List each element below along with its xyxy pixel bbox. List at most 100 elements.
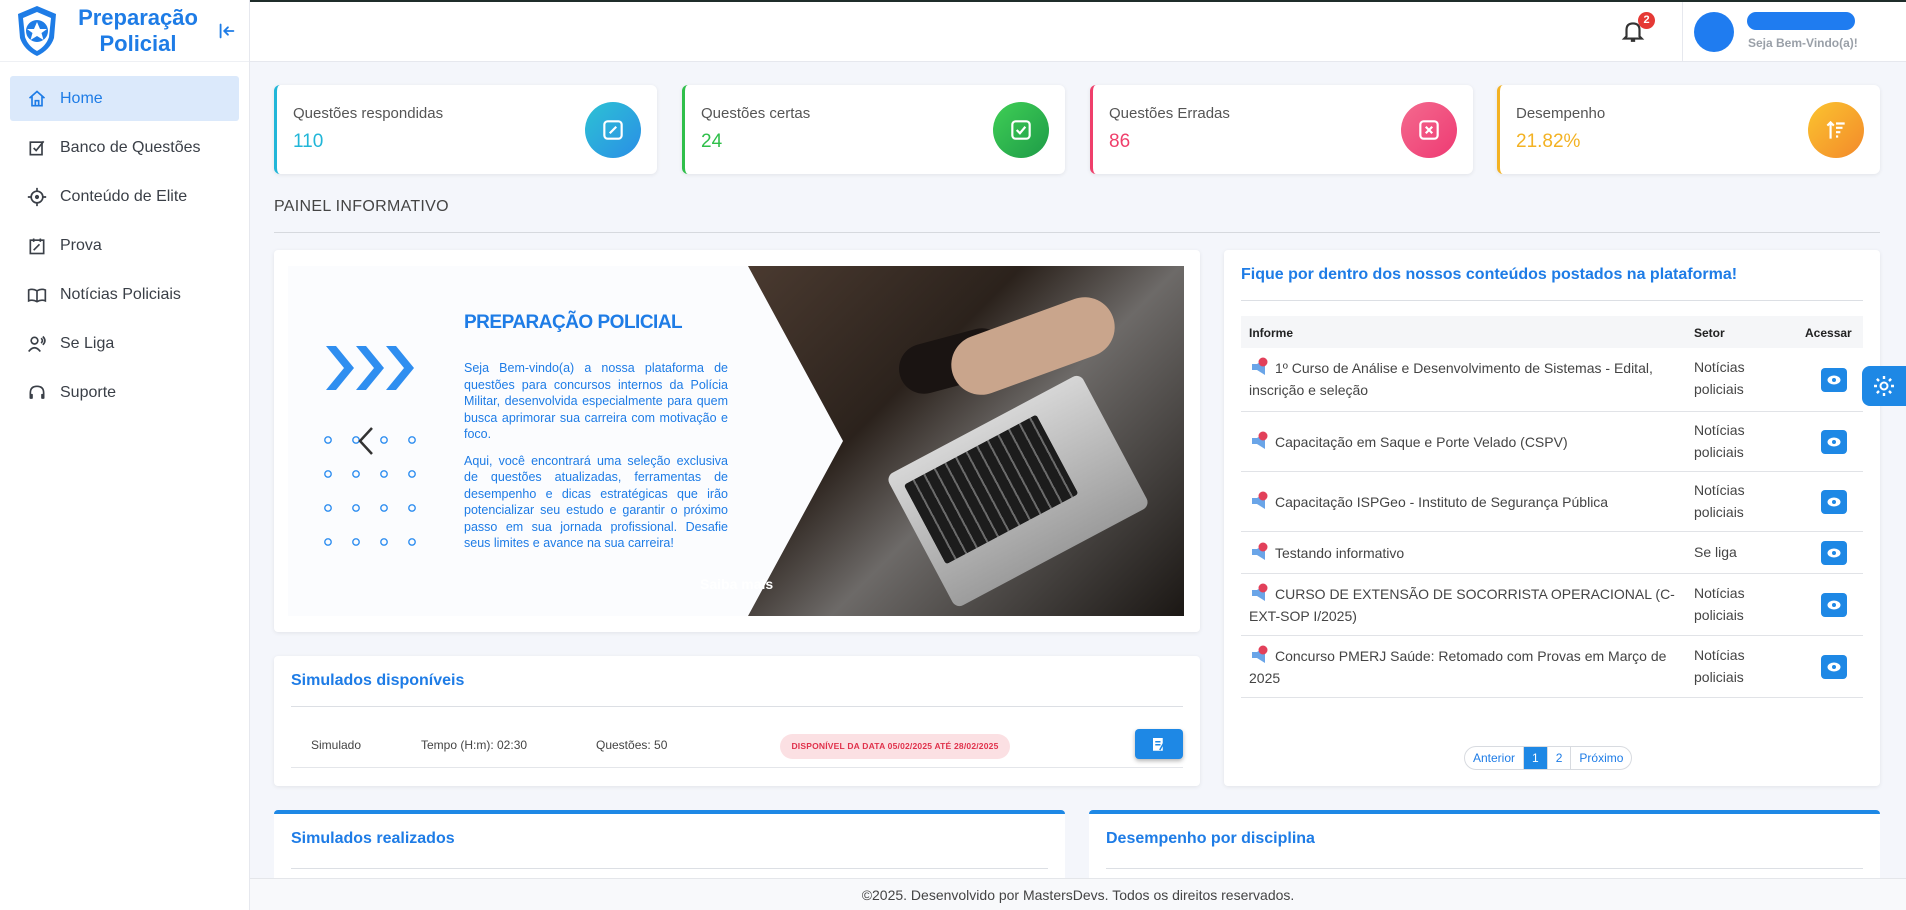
eye-icon bbox=[1827, 497, 1841, 507]
sidebar-item-conteudo-elite[interactable]: Conteúdo de Elite bbox=[10, 174, 239, 219]
police-shield-logo bbox=[18, 5, 56, 56]
book-icon bbox=[26, 284, 48, 306]
checklist-icon bbox=[26, 137, 48, 159]
sidebar: Preparação Policial Home Banco de Questõ… bbox=[0, 0, 250, 910]
simulado-tempo: Tempo (H:m): 02:30 bbox=[421, 738, 528, 752]
col-setor: Setor bbox=[1694, 326, 1725, 340]
start-simulado-button[interactable] bbox=[1135, 729, 1183, 759]
card-title: Desempenho por disciplina bbox=[1106, 830, 1315, 847]
row-informe: Concurso PMERJ Saúde: Retomado com Prova… bbox=[1249, 644, 1689, 689]
view-button[interactable] bbox=[1821, 541, 1847, 565]
sidebar-item-label: Prova bbox=[60, 236, 102, 254]
view-button[interactable] bbox=[1821, 655, 1847, 679]
view-button[interactable] bbox=[1821, 490, 1847, 514]
edit-icon[interactable] bbox=[585, 102, 641, 158]
table-row: CURSO DE EXTENSÃO DE SOCORRISTA OPERACIO… bbox=[1241, 574, 1863, 636]
avatar[interactable] bbox=[1694, 12, 1734, 52]
hand-shape bbox=[942, 288, 1124, 404]
sidebar-item-label: Conteúdo de Elite bbox=[60, 187, 188, 205]
view-button[interactable] bbox=[1821, 368, 1847, 392]
col-acessar: Acessar bbox=[1805, 326, 1852, 340]
table-row: Capacitação em Saque e Porte Velado (CSP… bbox=[1241, 412, 1863, 472]
card-title: Simulados realizados bbox=[291, 830, 455, 847]
stat-value: 21.82% bbox=[1516, 131, 1581, 152]
gear-icon bbox=[1874, 376, 1894, 396]
user-name-redacted bbox=[1747, 12, 1855, 30]
brand: Preparação Policial bbox=[0, 0, 249, 62]
top-header: 2 Seja Bem-Vindo(a)! bbox=[250, 0, 1906, 62]
user-voice-icon bbox=[26, 333, 48, 355]
row-informe: Testando informativo bbox=[1249, 541, 1689, 564]
sidebar-item-banco-questoes[interactable]: Banco de Questões bbox=[10, 125, 239, 170]
stat-card-erradas: Questões Erradas 86 bbox=[1090, 85, 1473, 174]
sidebar-nav: Home Banco de Questões Conteúdo de Elite… bbox=[0, 62, 249, 415]
table-row: Testando informativo Se liga bbox=[1241, 532, 1863, 574]
sidebar-item-prova[interactable]: Prova bbox=[10, 223, 239, 268]
sort-up-icon[interactable] bbox=[1808, 102, 1864, 158]
slide-brand: PREPARAÇÃO POLICIAL bbox=[464, 312, 683, 333]
row-setor: Notícias policiais bbox=[1694, 585, 1745, 623]
collapse-sidebar-icon[interactable] bbox=[216, 20, 238, 42]
megaphone-icon bbox=[1252, 542, 1268, 560]
saiba-mais-link[interactable]: Saiba mais bbox=[700, 576, 773, 592]
row-informe: Capacitação em Saque e Porte Velado (CSP… bbox=[1249, 430, 1689, 453]
eye-icon bbox=[1827, 437, 1841, 447]
carousel-prev-icon[interactable] bbox=[354, 426, 378, 456]
slide-paragraph-1: Seja Bem-vindo(a) a nossa plataforma de … bbox=[464, 361, 728, 441]
stat-label: Desempenho bbox=[1516, 105, 1606, 122]
welcome-carousel: PREPARAÇÃO POLICIAL Seja Bem-vindo(a) a … bbox=[274, 250, 1200, 632]
megaphone-icon bbox=[1252, 491, 1268, 509]
pager-next[interactable]: Próximo bbox=[1571, 747, 1631, 769]
pager-page-2[interactable]: 2 bbox=[1548, 747, 1572, 769]
simulados-disponiveis-card: Simulados disponíveis Simulado Tempo (H:… bbox=[274, 656, 1200, 786]
row-informe: CURSO DE EXTENSÃO DE SOCORRISTA OPERACIO… bbox=[1249, 582, 1689, 627]
table-header: Informe Setor Acessar bbox=[1241, 316, 1863, 348]
sidebar-item-se-liga[interactable]: Se Liga bbox=[10, 321, 239, 366]
close-square-icon[interactable] bbox=[1401, 102, 1457, 158]
card-divider bbox=[291, 868, 1048, 869]
view-button[interactable] bbox=[1821, 593, 1847, 617]
card-divider bbox=[1241, 300, 1863, 301]
sidebar-item-label: Home bbox=[60, 89, 103, 107]
table-row: Concurso PMERJ Saúde: Retomado com Prova… bbox=[1241, 636, 1863, 698]
megaphone-icon bbox=[1252, 645, 1268, 663]
header-divider bbox=[1682, 2, 1683, 62]
pagination: Anterior 1 2 Próximo bbox=[1464, 746, 1633, 770]
card-divider bbox=[291, 706, 1183, 707]
informativos-card: Fique por dentro dos nossos conteúdos po… bbox=[1224, 250, 1880, 786]
panel-divider bbox=[274, 232, 1880, 233]
row-setor: Se liga bbox=[1694, 544, 1737, 560]
calendar-edit-icon bbox=[26, 235, 48, 257]
stat-label: Questões Erradas bbox=[1109, 105, 1230, 122]
megaphone-icon bbox=[1252, 583, 1268, 601]
stat-label: Questões respondidas bbox=[293, 105, 444, 122]
footer: ©2025. Desenvolvido por MastersDevs. Tod… bbox=[250, 878, 1906, 910]
notification-count-badge: 2 bbox=[1638, 12, 1655, 29]
row-setor: Notícias policiais bbox=[1694, 359, 1745, 397]
simulado-name: Simulado bbox=[311, 738, 362, 752]
row-setor: Notícias policiais bbox=[1694, 482, 1745, 520]
stat-card-respondidas: Questões respondidas 110 bbox=[274, 85, 657, 174]
megaphone-icon bbox=[1252, 357, 1268, 375]
table-row: Capacitação ISPGeo - Instituto de Segura… bbox=[1241, 472, 1863, 532]
sidebar-item-suporte[interactable]: Suporte bbox=[10, 370, 239, 415]
row-informe: Capacitação ISPGeo - Instituto de Segura… bbox=[1249, 490, 1689, 513]
pager-prev[interactable]: Anterior bbox=[1465, 747, 1525, 769]
check-square-icon[interactable] bbox=[993, 102, 1049, 158]
sidebar-item-noticias[interactable]: Notícias Policiais bbox=[10, 272, 239, 317]
settings-button[interactable] bbox=[1862, 366, 1906, 406]
eye-icon bbox=[1827, 548, 1841, 558]
stat-label: Questões certas bbox=[701, 105, 811, 122]
simulado-questoes: Questões: 50 bbox=[596, 738, 668, 752]
carousel-slide: PREPARAÇÃO POLICIAL Seja Bem-vindo(a) a … bbox=[288, 266, 1184, 616]
sidebar-item-label: Notícias Policiais bbox=[60, 285, 181, 303]
slide-text: Seja Bem-vindo(a) a nossa plataforma de … bbox=[464, 360, 728, 562]
eye-icon bbox=[1827, 375, 1841, 385]
pager-page-1[interactable]: 1 bbox=[1524, 747, 1548, 769]
col-informe: Informe bbox=[1249, 326, 1294, 340]
view-button[interactable] bbox=[1821, 430, 1847, 454]
edit-document-icon bbox=[1153, 738, 1167, 751]
sidebar-item-label: Banco de Questões bbox=[60, 138, 201, 156]
sidebar-item-home[interactable]: Home bbox=[10, 76, 239, 121]
panel-title: PAINEL INFORMATIVO bbox=[274, 198, 449, 215]
